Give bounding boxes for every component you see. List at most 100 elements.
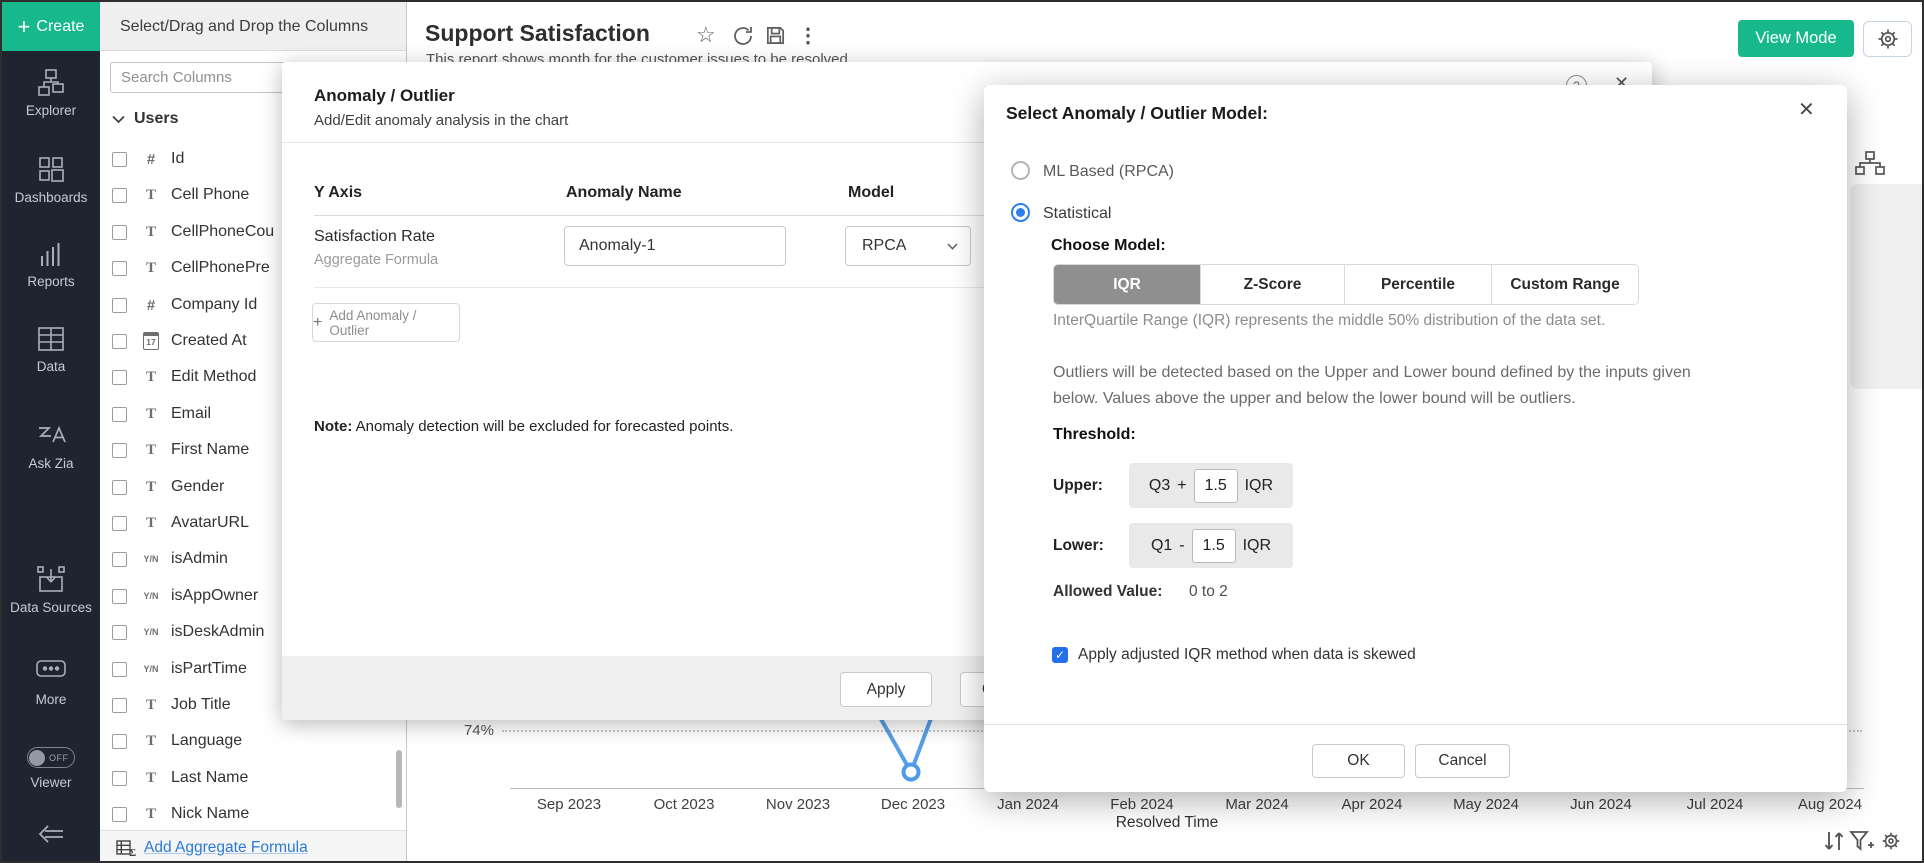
columns-scrollbar[interactable] — [396, 750, 402, 808]
field-row[interactable]: TLanguage — [100, 725, 407, 757]
data-icon[interactable] — [2, 326, 100, 352]
field-checkbox[interactable] — [112, 516, 127, 531]
field-checkbox[interactable] — [112, 225, 127, 240]
y-axis-metric-subtitle: Aggregate Formula — [314, 252, 438, 268]
upper-value-input[interactable] — [1194, 469, 1238, 503]
boolean-type-icon: Y/N — [139, 554, 163, 564]
field-checkbox[interactable] — [112, 443, 127, 458]
field-checkbox[interactable] — [112, 771, 127, 786]
upper-label: Upper: — [1053, 477, 1103, 495]
sidebar-item-dashboards[interactable]: Dashboards — [2, 189, 100, 207]
upper-base: Q3 — [1149, 477, 1170, 495]
field-checkbox[interactable] — [112, 589, 127, 604]
tab-iqr[interactable]: IQR — [1054, 265, 1201, 304]
field-checkbox[interactable] — [112, 807, 127, 822]
model-select[interactable]: RPCA — [845, 226, 971, 266]
tab-z-score[interactable]: Z-Score — [1201, 265, 1345, 304]
radio-statistical-label[interactable]: Statistical — [1043, 205, 1111, 223]
boolean-type-icon: Y/N — [139, 627, 163, 637]
plus-icon: + — [18, 16, 31, 38]
allowed-value-label: Allowed Value: — [1053, 583, 1162, 601]
field-checkbox[interactable] — [112, 552, 127, 567]
sidebar-item-more[interactable]: More — [2, 691, 100, 709]
dashboards-icon[interactable] — [2, 154, 100, 184]
chart-settings-gear-icon[interactable] — [1880, 830, 1902, 852]
x-axis-label: Feb 2024 — [1085, 796, 1199, 813]
field-checkbox[interactable] — [112, 370, 127, 385]
dialog-title: Select Anomaly / Outlier Model: — [1006, 103, 1268, 124]
lower-value-input[interactable] — [1192, 529, 1236, 563]
sidebar-item-viewer[interactable]: Viewer — [2, 774, 100, 792]
field-checkbox[interactable] — [112, 334, 127, 349]
x-axis-label: Apr 2024 — [1315, 796, 1429, 813]
more-options-kebab-icon[interactable]: ⋮ — [798, 23, 818, 48]
radio-ml-based[interactable] — [1011, 161, 1030, 180]
choose-model-label: Choose Model: — [1051, 237, 1166, 255]
viewer-toggle[interactable]: OFF — [27, 747, 75, 768]
radio-statistical[interactable] — [1011, 203, 1030, 222]
boolean-type-icon: Y/N — [139, 591, 163, 601]
field-checkbox[interactable] — [112, 261, 127, 276]
ok-button[interactable]: OK — [1312, 744, 1405, 778]
add-anomaly-button[interactable]: + Add Anomaly / Outlier — [312, 303, 460, 342]
cancel-button[interactable]: Cancel — [1415, 744, 1510, 778]
field-checkbox[interactable] — [112, 662, 127, 677]
more-icon[interactable] — [2, 660, 100, 677]
skew-checkbox[interactable]: ✓ — [1052, 647, 1068, 663]
text-type-icon: T — [139, 806, 163, 823]
field-checkbox[interactable] — [112, 734, 127, 749]
create-button[interactable]: + Create — [2, 2, 100, 51]
tab-percentile[interactable]: Percentile — [1345, 265, 1492, 304]
lower-base: Q1 — [1151, 537, 1172, 555]
settings-gear-button[interactable] — [1863, 21, 1912, 57]
add-aggregate-bar[interactable]: Σ Add Aggregate Formula — [100, 830, 406, 863]
collapse-sidebar-icon[interactable] — [2, 822, 100, 846]
x-axis-label: Mar 2024 — [1200, 796, 1314, 813]
dialog-subtitle: Add/Edit anomaly analysis in the chart — [314, 112, 568, 129]
filter-add-icon[interactable] — [1849, 830, 1875, 852]
favorite-star-icon[interactable]: ☆ — [696, 22, 716, 48]
text-type-icon: T — [139, 369, 163, 386]
anomaly-name-input[interactable] — [564, 226, 786, 266]
field-checkbox[interactable] — [112, 188, 127, 203]
radio-ml-based-label[interactable]: ML Based (RPCA) — [1043, 163, 1174, 181]
sidebar-item-explorer[interactable]: Explorer — [2, 102, 100, 120]
chart-type-icon[interactable] — [1855, 150, 1885, 176]
field-checkbox[interactable] — [112, 698, 127, 713]
field-checkbox[interactable] — [112, 480, 127, 495]
toggle-knob — [29, 750, 45, 766]
view-mode-button[interactable]: View Mode — [1738, 20, 1854, 57]
users-group-header[interactable]: Users — [112, 110, 178, 128]
explorer-icon[interactable] — [2, 68, 100, 98]
lower-operator: - — [1179, 537, 1184, 555]
close-icon[interactable]: ✕ — [1798, 97, 1815, 122]
note-label: Note: — [314, 418, 352, 435]
sidebar-item-data-sources[interactable]: Data Sources — [2, 599, 100, 617]
sidebar-item-data[interactable]: Data — [2, 358, 100, 376]
add-aggregate-formula-link[interactable]: Add Aggregate Formula — [144, 839, 308, 857]
field-checkbox[interactable] — [112, 407, 127, 422]
toggle-state-label: OFF — [49, 753, 69, 763]
sidebar-item-reports[interactable]: Reports — [2, 273, 100, 291]
lower-unit: IQR — [1243, 537, 1271, 555]
field-row[interactable]: TNick Name — [100, 798, 407, 830]
x-axis-label: Sep 2023 — [512, 796, 626, 813]
refresh-icon[interactable] — [731, 24, 755, 48]
sort-icon[interactable] — [1822, 830, 1846, 852]
field-checkbox[interactable] — [112, 152, 127, 167]
select-model-dialog: Select Anomaly / Outlier Model: ✕ ML Bas… — [984, 85, 1847, 792]
text-type-icon: T — [139, 479, 163, 496]
skew-checkbox-label[interactable]: Apply adjusted IQR method when data is s… — [1078, 646, 1416, 664]
field-checkbox[interactable] — [112, 298, 127, 313]
ask-zia-icon[interactable] — [2, 422, 100, 450]
date-type-icon: 17 — [143, 332, 158, 350]
x-axis-label: Jul 2024 — [1658, 796, 1772, 813]
save-icon[interactable] — [764, 24, 787, 47]
field-checkbox[interactable] — [112, 625, 127, 640]
reports-icon[interactable] — [2, 240, 100, 270]
data-sources-icon[interactable] — [2, 565, 100, 595]
tab-custom-range[interactable]: Custom Range — [1492, 265, 1638, 304]
field-row[interactable]: TLast Name — [100, 762, 407, 794]
sidebar-item-ask-zia[interactable]: Ask Zia — [2, 455, 100, 473]
apply-button[interactable]: Apply — [840, 672, 932, 707]
